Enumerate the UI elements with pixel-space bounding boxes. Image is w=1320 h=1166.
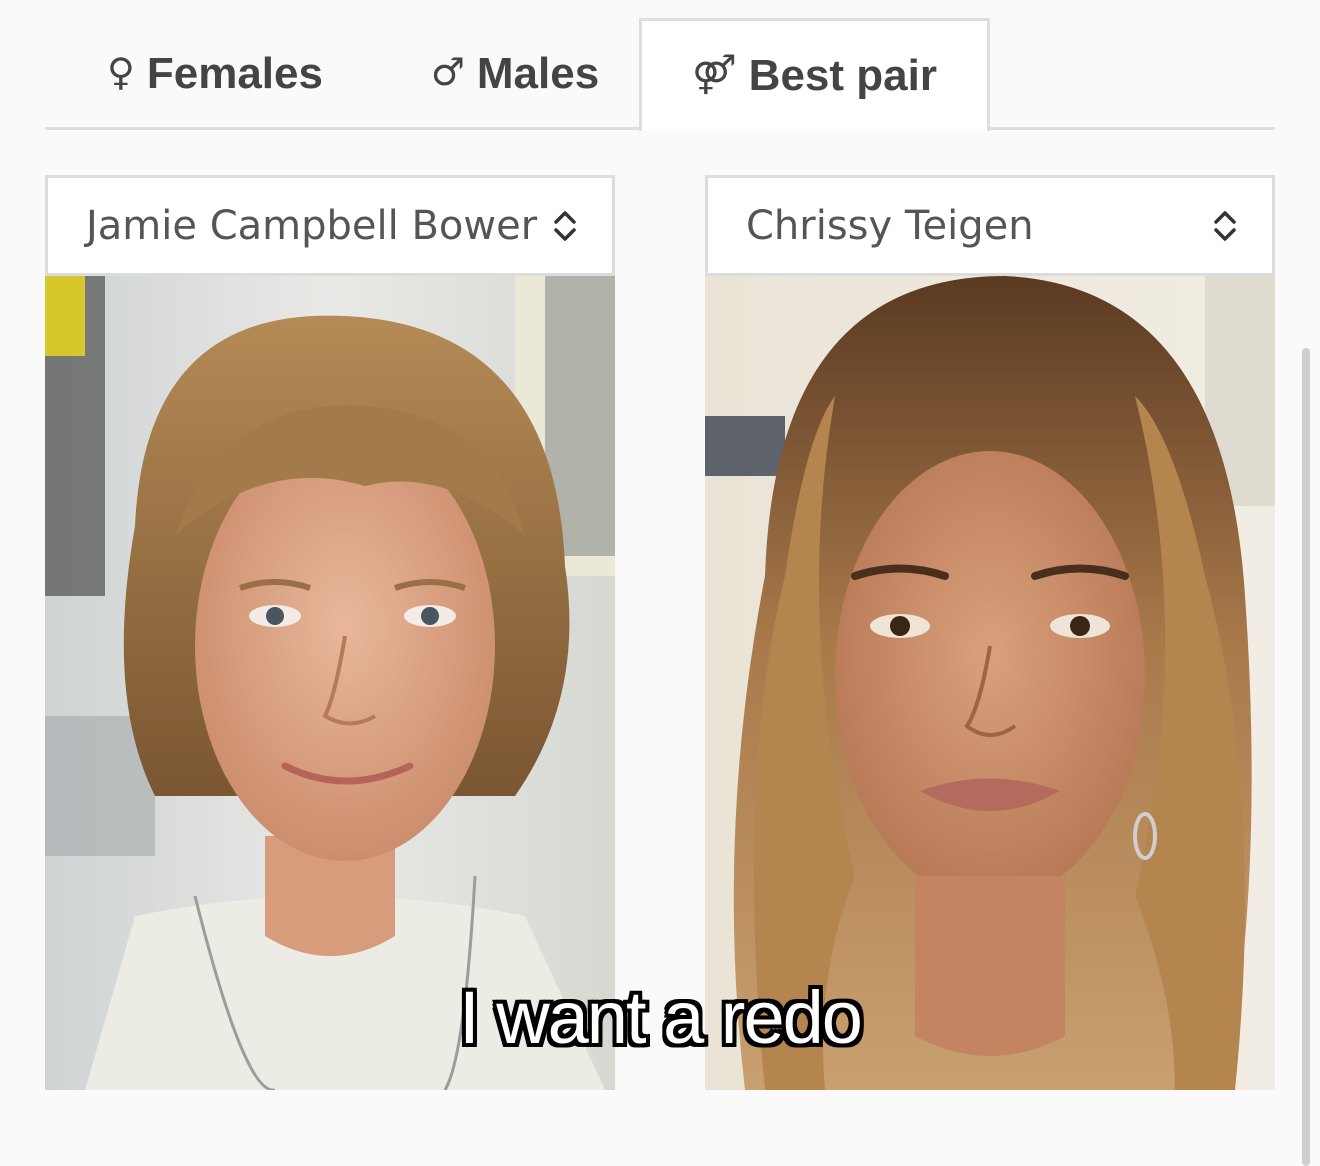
tab-males-label: Males: [476, 49, 600, 98]
tab-bar: ♀ Females ♂ Males ⚤ Best pair: [45, 18, 1275, 131]
chevron-updown-icon: [1214, 210, 1236, 241]
video-caption: I want a redo: [459, 976, 863, 1059]
chevron-updown-icon: [554, 210, 576, 241]
tab-males[interactable]: ♂ Males: [395, 18, 635, 130]
tab-best-pair[interactable]: ⚤ Best pair: [639, 18, 990, 131]
left-person-select[interactable]: Jamie Campbell Bower: [45, 175, 615, 276]
right-person-photo: [705, 276, 1275, 1090]
female-icon: ♀: [107, 50, 135, 94]
left-person-photo: [45, 276, 615, 1090]
left-person-value: Jamie Campbell Bower: [86, 202, 538, 249]
tab-females[interactable]: ♀ Females: [75, 18, 355, 130]
page: ♀ Females ♂ Males ⚤ Best pair Jamie Camp…: [0, 0, 1320, 1166]
pair-icon: ⚤: [692, 52, 737, 96]
right-person-value: Chrissy Teigen: [746, 202, 1034, 249]
male-icon: ♂: [430, 50, 465, 94]
tab-best-pair-label: Best pair: [748, 51, 937, 100]
right-person-select[interactable]: Chrissy Teigen: [705, 175, 1275, 276]
tab-females-label: Females: [146, 49, 323, 98]
